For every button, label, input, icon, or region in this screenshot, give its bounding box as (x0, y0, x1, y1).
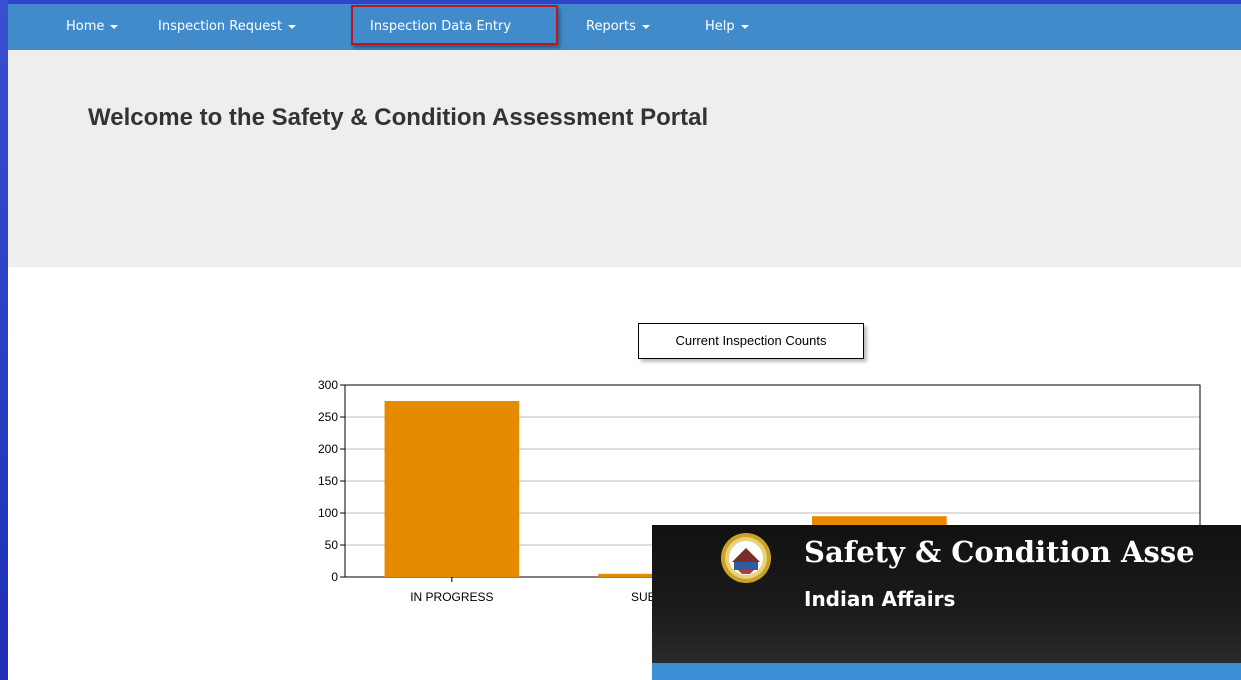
chevron-down-icon (110, 24, 119, 29)
y-tick-label: 250 (318, 410, 338, 424)
overlay-app-subtitle: Indian Affairs (804, 587, 956, 611)
x-tick-label: IN PROGRESS (410, 590, 493, 604)
highlight-annotation-box (351, 5, 558, 45)
chevron-down-icon (288, 24, 297, 29)
overlay-nav-strip (652, 663, 1241, 680)
overlay-app-title: Safety & Condition Asse (804, 535, 1195, 569)
top-navbar: Home Inspection Request Inspection Data … (8, 4, 1241, 50)
app-header-overlay: Safety & Condition Asse Indian Affairs (652, 525, 1241, 680)
page-title: Welcome to the Safety & Condition Assess… (88, 104, 709, 131)
nav-home[interactable]: Home (66, 4, 119, 50)
chart-bar (384, 401, 520, 577)
nav-reports-label: Reports (586, 19, 636, 34)
chevron-down-icon (641, 24, 650, 29)
y-tick-label: 50 (325, 538, 339, 552)
y-tick-label: 200 (318, 442, 338, 456)
chevron-down-icon (740, 24, 749, 29)
y-tick-label: 100 (318, 506, 338, 520)
nav-inspection-request-label: Inspection Request (158, 19, 283, 34)
nav-reports[interactable]: Reports (586, 4, 650, 50)
y-tick-label: 150 (318, 474, 338, 488)
y-tick-label: 300 (318, 378, 338, 392)
slide-frame-left (0, 0, 8, 680)
doi-seal-icon (721, 533, 771, 583)
nav-inspection-request[interactable]: Inspection Request (158, 4, 297, 50)
nav-help-label: Help (705, 19, 735, 34)
jumbotron (8, 50, 1241, 267)
nav-help[interactable]: Help (705, 4, 749, 50)
nav-home-label: Home (66, 19, 105, 34)
chart-title: Current Inspection Counts (638, 323, 864, 359)
y-tick-label: 0 (331, 570, 338, 584)
